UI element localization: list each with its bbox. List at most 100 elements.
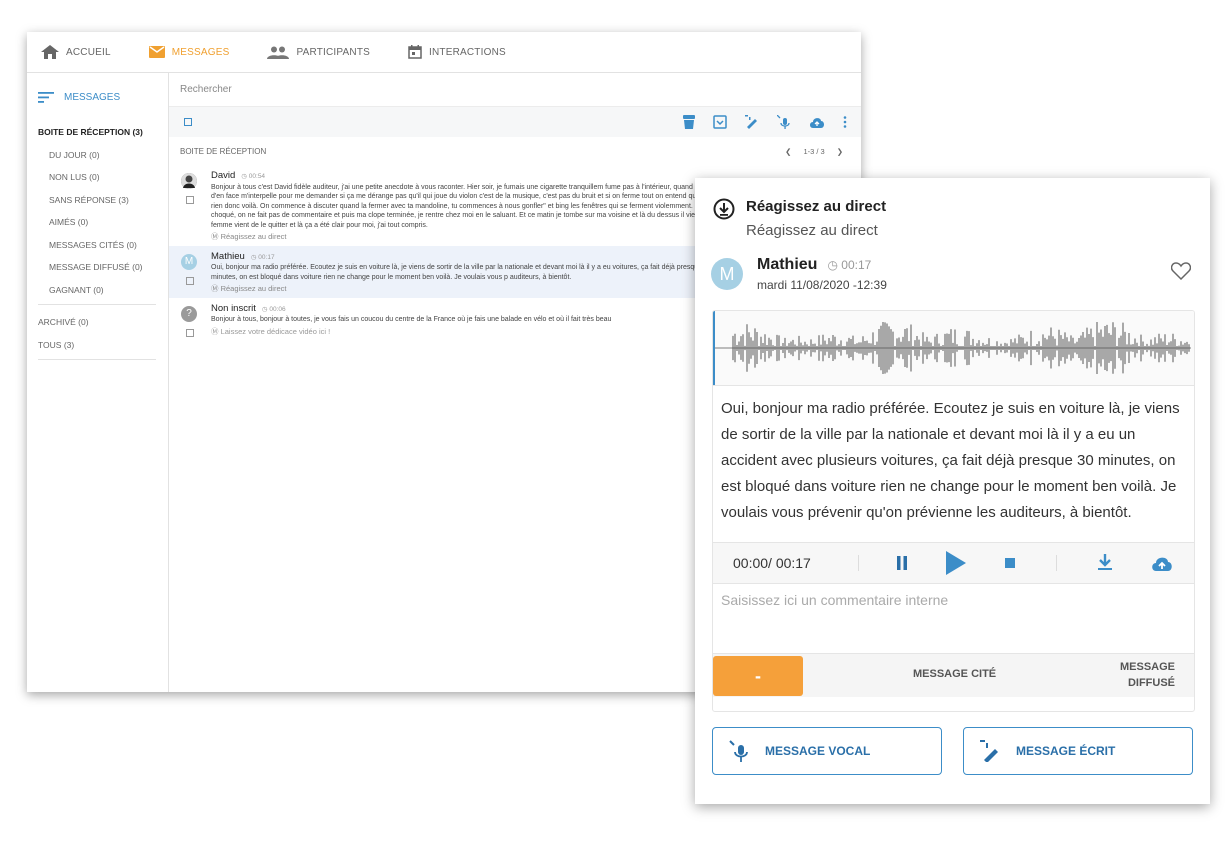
heart-icon[interactable] <box>1171 262 1191 280</box>
sidebar-item-inbox[interactable]: BOITE DE RÉCEPTION (3) <box>27 121 168 144</box>
inbox-header: BOITE DE RÉCEPTION ❮ 1-3 / 3 ❯ <box>169 137 861 165</box>
sidebar-item-liked[interactable]: AIMÉS (0) <box>27 211 168 234</box>
sender-name: David <box>211 170 236 181</box>
search-input[interactable]: Rechercher <box>169 73 861 107</box>
divider <box>1056 555 1057 571</box>
tab-interactions[interactable]: INTERACTIONS <box>408 45 506 59</box>
duration: ◷ 00:06 <box>261 305 286 313</box>
pager: ❮ 1-3 / 3 ❯ <box>779 147 849 156</box>
inbox-icon[interactable] <box>713 115 727 129</box>
sidebar-header[interactable]: MESSAGES <box>27 73 168 121</box>
avatar: M <box>181 253 197 270</box>
duration-value: 00:06 <box>269 305 286 313</box>
tab-accueil[interactable]: ACCUEIL <box>41 45 111 59</box>
chevron-right-icon[interactable]: ❯ <box>837 147 843 156</box>
divider <box>38 359 156 360</box>
sidebar-item-archived[interactable]: ARCHIVÉ (0) <box>27 311 168 334</box>
sidebar-item-today[interactable]: DU JOUR (0) <box>27 144 168 167</box>
cloud-upload-icon[interactable] <box>1151 555 1173 571</box>
microphone-icon[interactable] <box>777 115 791 129</box>
toolbar-actions <box>665 115 847 129</box>
pause-icon[interactable] <box>896 556 908 570</box>
audio-player: 00:00/ 00:17 <box>713 543 1194 584</box>
sender-name: Non inscrit <box>211 302 256 314</box>
inbox-title: BOITE DE RÉCEPTION <box>180 146 267 156</box>
mail-icon <box>148 46 165 58</box>
calendar-icon <box>408 45 422 59</box>
divider <box>38 304 156 305</box>
tab-participants[interactable]: PARTICIPANTS <box>267 46 370 59</box>
home-icon <box>41 45 59 59</box>
status-selector: - MESSAGE CITÉ MESSAGE DIFFUSÉ <box>713 654 1194 697</box>
waveform-graphic <box>715 321 1191 375</box>
sidebar-item-broadcast[interactable]: MESSAGE DIFFUSÉ (0) <box>27 256 168 279</box>
message-card: Oui, bonjour ma radio préférée. Ecoutez … <box>712 310 1195 712</box>
message-detail-panel: Réagissez au direct Réagissez au direct … <box>695 178 1210 804</box>
sidebar-item-all[interactable]: TOUS (3) <box>27 334 168 357</box>
duration-value: 00:54 <box>248 173 266 180</box>
toolbar <box>169 107 861 137</box>
tag-label: Laissez votre dédicace vidéo ici ! <box>220 326 331 336</box>
detail-subtitle: Réagissez au direct <box>746 222 878 239</box>
sender-name: Mathieu <box>211 250 245 262</box>
player-time: 00:00/ 00:17 <box>733 555 811 571</box>
written-message-button[interactable]: MESSAGE ÉCRIT <box>963 727 1193 775</box>
duration: ◷ 00:17 <box>827 258 872 272</box>
sender-line: Mathieu ◷ 00:17 <box>757 256 871 274</box>
tag-label: Réagissez au direct <box>220 284 287 293</box>
button-label: MESSAGE VOCAL <box>765 744 871 758</box>
avatar: ? <box>181 305 197 322</box>
sidebar-item-cited[interactable]: MESSAGES CITÉS (0) <box>27 234 168 257</box>
play-icon[interactable] <box>946 551 966 575</box>
sidebar-title: MESSAGES <box>64 91 121 103</box>
pen-icon <box>980 740 998 762</box>
sidebar-item-no-answer[interactable]: SANS RÉPONSE (3) <box>27 189 168 212</box>
message-checkbox[interactable] <box>186 196 194 204</box>
pen-icon[interactable] <box>745 115 759 129</box>
stop-icon[interactable] <box>1005 558 1015 568</box>
download-circle-icon <box>713 198 735 220</box>
avatar: M <box>711 258 743 290</box>
sort-lines-icon <box>38 91 54 103</box>
chevron-left-icon[interactable]: ❮ <box>785 147 791 156</box>
tab-label: ACCUEIL <box>66 46 111 58</box>
sidebar-item-unread[interactable]: NON LUS (0) <box>27 166 168 189</box>
sidebar: MESSAGES BOITE DE RÉCEPTION (3) DU JOUR … <box>27 73 169 692</box>
archive-icon[interactable] <box>683 115 695 129</box>
message-text: Oui, bonjour ma radio préférée. Ecoutez … <box>211 264 712 281</box>
duration-value: 00:17 <box>841 258 872 272</box>
audio-waveform[interactable] <box>713 311 1194 386</box>
cloud-upload-icon[interactable] <box>809 116 825 128</box>
avatar-photo <box>181 173 197 189</box>
button-label: MESSAGE ÉCRIT <box>1016 744 1116 758</box>
voice-message-button[interactable]: MESSAGE VOCAL <box>712 727 942 775</box>
select-all-checkbox[interactable] <box>184 118 192 126</box>
status-cited-button[interactable]: MESSAGE CITÉ <box>913 668 996 680</box>
tag-label: Réagissez au direct <box>220 232 287 241</box>
microphone-icon <box>729 740 748 762</box>
duration: ◷ 00:17 <box>250 253 275 261</box>
message-text: Bonjour à tous c'est David fidèle audite… <box>211 183 729 229</box>
tab-label: MESSAGES <box>171 46 230 58</box>
message-text: Bonjour à tous, bonjour à toutes, je vou… <box>211 316 612 323</box>
status-broadcast-button[interactable]: MESSAGE DIFFUSÉ <box>1115 659 1175 691</box>
divider <box>858 555 859 571</box>
tab-messages[interactable]: MESSAGES <box>148 46 230 58</box>
sidebar-item-winner[interactable]: GAGNANT (0) <box>27 279 168 302</box>
top-nav: ACCUEIL MESSAGES PARTICIPANTS INTERACTIO… <box>27 32 861 73</box>
message-checkbox[interactable] <box>186 328 194 337</box>
sender-name: Mathieu <box>757 256 818 273</box>
internal-comment-input[interactable]: Saisissez ici un commentaire interne <box>713 584 1194 654</box>
playhead[interactable] <box>713 311 715 385</box>
more-vertical-icon[interactable] <box>843 116 847 128</box>
people-icon <box>267 46 290 59</box>
pager-label: 1-3 / 3 <box>803 146 825 156</box>
duration-value: 00:17 <box>258 253 275 261</box>
status-none-button[interactable]: - <box>713 656 803 696</box>
tab-label: INTERACTIONS <box>429 46 506 58</box>
message-checkbox[interactable] <box>186 276 194 285</box>
download-icon[interactable] <box>1098 554 1112 570</box>
tab-label: PARTICIPANTS <box>296 46 371 58</box>
detail-title: Réagissez au direct <box>746 198 887 215</box>
duration: ◷ 00:54 <box>241 173 266 180</box>
